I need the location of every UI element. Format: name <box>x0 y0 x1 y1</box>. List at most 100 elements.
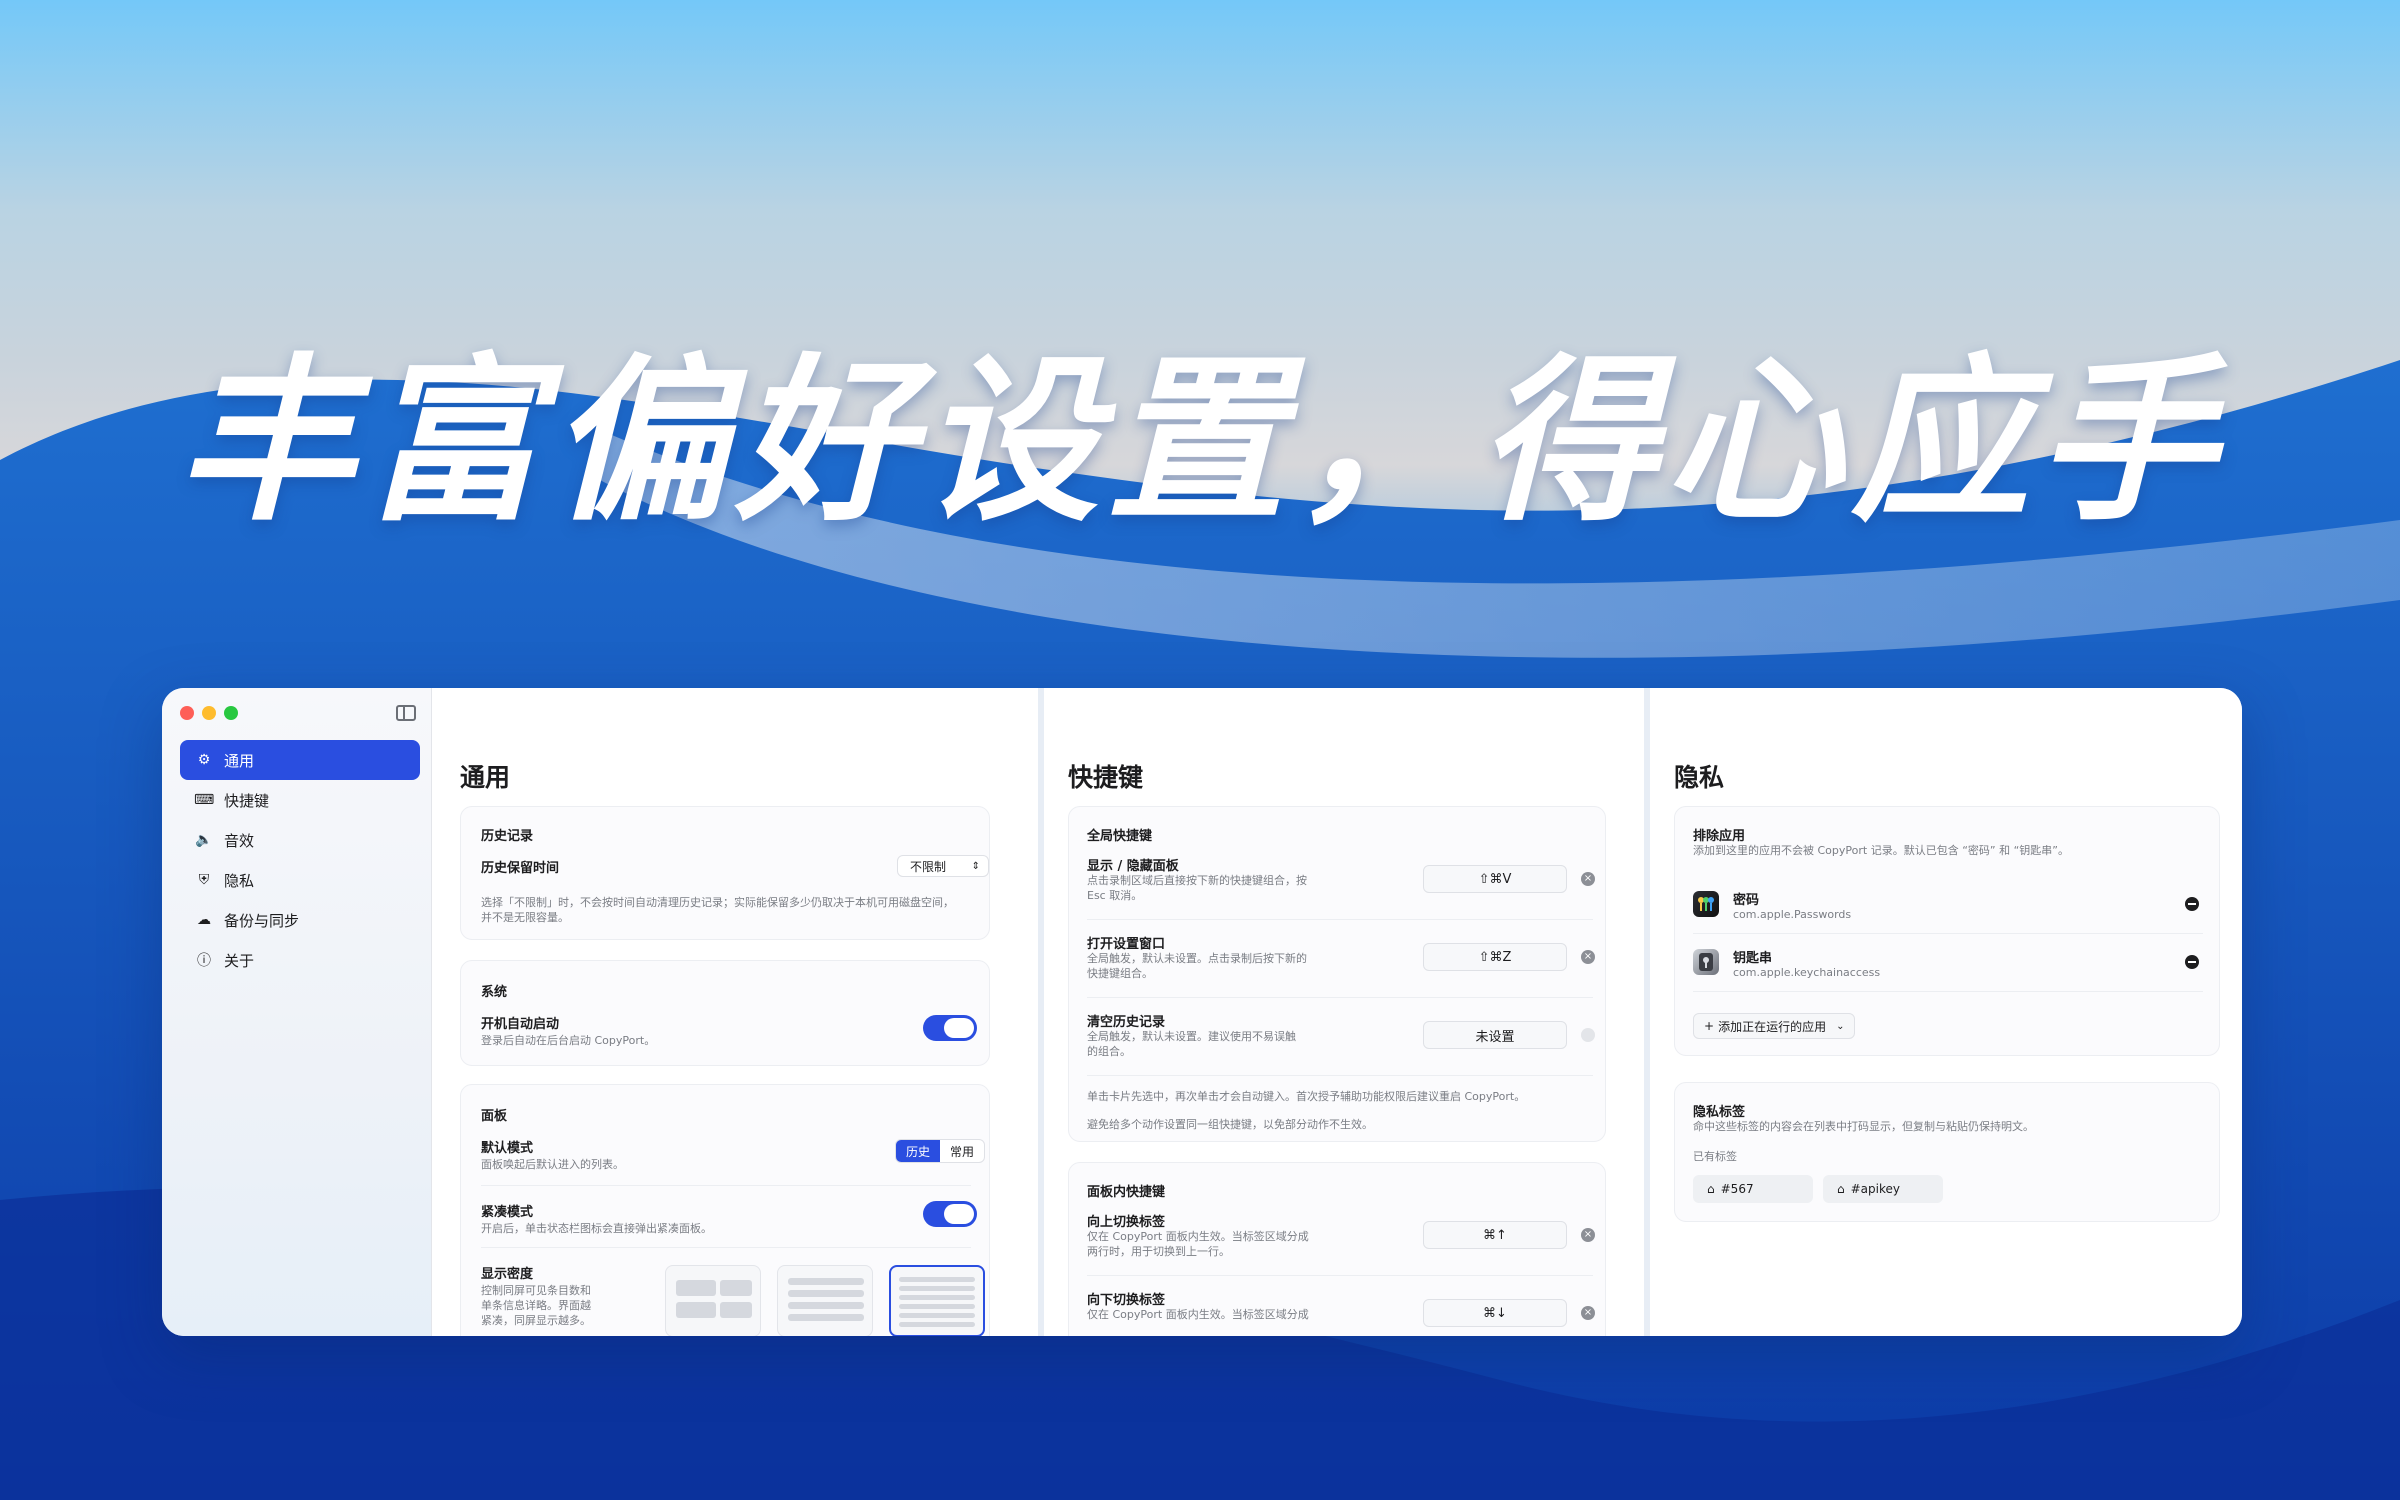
retention-value: 不限制 <box>910 859 947 874</box>
tag-icon: ⌂ <box>1707 1182 1715 1196</box>
shortcut-label: 打开设置窗口 <box>1087 937 1166 952</box>
sidebar-item-backup[interactable]: ☁ 备份与同步 <box>180 900 420 940</box>
mode-frequent-option[interactable]: 常用 <box>940 1140 984 1162</box>
add-running-app-button[interactable]: + 添加正在运行的应用 ⌄ <box>1693 1013 1856 1039</box>
existing-tags-label: 已有标签 <box>1693 1150 1737 1163</box>
card-title: 系统 <box>481 985 508 1000</box>
app-bundle-id: com.apple.Passwords <box>1733 908 1852 921</box>
clear-shortcut-icon[interactable]: × <box>1581 1228 1595 1242</box>
panel-shortcuts-card: 面板内快捷键 向上切换标签 仅在 CopyPort 面板内生效。当标签区域分成 … <box>1068 1162 1606 1336</box>
app-name: 钥匙串 <box>1733 951 1773 966</box>
remove-app-icon[interactable] <box>2185 955 2199 969</box>
settings-window: ⚙ 通用 ⌨ 快捷键 🔈 音效 ⛨ 隐私 ☁ 备份与同步 ⓘ 关于 通用 历史记… <box>162 688 2242 1336</box>
page-title: 隐私 <box>1674 763 1725 792</box>
sidebar-item-privacy[interactable]: ⛨ 隐私 <box>180 860 420 900</box>
privacy-pane: 隐私 排除应用 添加到这里的应用不会被 CopyPort 记录。默认已包含 “密… <box>1644 688 2242 1336</box>
density-option-loose[interactable] <box>665 1265 761 1336</box>
global-shortcuts-card: 全局快捷键 显示 / 隐藏面板 点击录制区域后直接按下新的快捷键组合，按 Esc… <box>1068 806 1606 1142</box>
minimize-button[interactable] <box>202 706 216 720</box>
shortcut-label: 向下切换标签 <box>1087 1293 1166 1308</box>
divider <box>1693 933 2203 934</box>
divider <box>1087 1075 1593 1076</box>
sidebar-item-sound[interactable]: 🔈 音效 <box>180 820 420 860</box>
sidebar-item-general[interactable]: ⚙ 通用 <box>180 740 420 780</box>
sidebar-item-label: 快捷键 <box>224 791 270 810</box>
sidebar-item-label: 隐私 <box>224 871 255 890</box>
shortcut-desc: 仅在 CopyPort 面板内生效。当标签区域分成 <box>1087 1307 1309 1322</box>
shortcut-desc-line: 全局触发，默认未设置。点击录制后按下新的 <box>1087 952 1307 965</box>
shortcut-label: 清空历史记录 <box>1087 1015 1166 1030</box>
page-title: 通用 <box>460 763 511 792</box>
retention-select[interactable]: 不限制 ⇕ <box>897 855 989 877</box>
launch-desc: 登录后自动在后台启动 CopyPort。 <box>481 1034 656 1047</box>
tag-chip[interactable]: ⌂ #apikey <box>1823 1175 1943 1203</box>
shortcut-recorder[interactable]: ⇧⌘Z <box>1423 943 1567 971</box>
card-title: 历史记录 <box>481 829 534 844</box>
keyboard-icon: ⌨ <box>194 792 215 808</box>
card-title: 排除应用 <box>1693 829 1746 844</box>
app-bundle-id: com.apple.keychainaccess <box>1733 966 1881 979</box>
sidebar-item-about[interactable]: ⓘ 关于 <box>180 940 420 980</box>
mode-history-option[interactable]: 历史 <box>896 1140 941 1162</box>
card-title: 面板内快捷键 <box>1087 1185 1166 1200</box>
history-desc-line: 并不是无限容量。 <box>481 911 569 924</box>
clear-shortcut-icon[interactable]: × <box>1581 1306 1595 1320</box>
headline: 丰富偏好设置，得心应手 <box>177 338 2223 545</box>
shortcut-desc-line: 全局触发，默认未设置。建议使用不易误触 <box>1087 1030 1296 1043</box>
divider <box>1087 1275 1593 1276</box>
divider <box>1087 997 1593 998</box>
compact-mode-toggle[interactable] <box>923 1201 977 1227</box>
sidebar: ⚙ 通用 ⌨ 快捷键 🔈 音效 ⛨ 隐私 ☁ 备份与同步 ⓘ 关于 <box>162 688 432 1336</box>
shortcut-recorder[interactable]: 未设置 <box>1423 1021 1567 1049</box>
clear-shortcut-icon <box>1581 1028 1595 1042</box>
history-card: 历史记录 历史保留时间 不限制 ⇕ 选择「不限制」时，不会按时间自动清理历史记录… <box>460 806 990 940</box>
divider <box>1693 991 2203 992</box>
density-desc-line: 紧凑，同屏显示越多。 <box>481 1314 591 1327</box>
tag-chip-label: #apikey <box>1850 1182 1900 1196</box>
launch-at-login-toggle[interactable] <box>923 1015 977 1041</box>
tag-chip[interactable]: ⌂ #567 <box>1693 1175 1813 1203</box>
default-mode-desc: 面板唤起后默认进入的列表。 <box>481 1158 624 1171</box>
density-desc-line: 控制同屏可见条目数和 <box>481 1284 591 1297</box>
card-title: 面板 <box>481 1109 508 1124</box>
shortcut-recorder[interactable]: ⌘↑ <box>1423 1221 1567 1249</box>
app-name: 密码 <box>1733 893 1760 908</box>
clear-shortcut-icon[interactable]: × <box>1581 872 1595 886</box>
card-title: 隐私标签 <box>1693 1105 1746 1120</box>
close-button[interactable] <box>180 706 194 720</box>
shortcut-desc: 全局触发，默认未设置。点击录制后按下新的 快捷键组合。 <box>1087 951 1307 981</box>
shortcut-recorder[interactable]: ⌘↓ <box>1423 1299 1567 1327</box>
speaker-icon: 🔈 <box>195 832 213 848</box>
sidebar-item-label: 备份与同步 <box>224 911 300 930</box>
tag-icon: ⌂ <box>1837 1182 1845 1196</box>
shortcut-note: 避免给多个动作设置同一组快捷键，以免部分动作不生效。 <box>1087 1118 1373 1131</box>
shortcut-label: 显示 / 隐藏面板 <box>1087 859 1179 874</box>
divider <box>481 1185 971 1186</box>
clear-shortcut-icon[interactable]: × <box>1581 950 1595 964</box>
density-label: 显示密度 <box>481 1267 534 1282</box>
chevron-down-icon: ⌄ <box>1836 1020 1845 1032</box>
tag-chip-label: #567 <box>1720 1182 1754 1196</box>
shield-icon: ⛨ <box>198 872 210 888</box>
sidebar-item-shortcuts[interactable]: ⌨ 快捷键 <box>180 780 420 820</box>
divider <box>1087 919 1593 920</box>
divider <box>481 1247 971 1248</box>
window-controls <box>180 706 238 720</box>
sidebar-toggle-icon[interactable] <box>396 705 416 721</box>
density-option-standard[interactable] <box>777 1265 873 1336</box>
shortcut-recorder[interactable]: ⇧⌘V <box>1423 865 1567 893</box>
shortcut-note: 单击卡片先选中，再次单击才会自动键入。首次授予辅助功能权限后建议重启 CopyP… <box>1087 1090 1526 1103</box>
shortcut-desc-line: 快捷键组合。 <box>1087 967 1153 980</box>
system-card: 系统 开机自动启动 登录后自动在后台启动 CopyPort。 <box>460 960 990 1066</box>
default-mode-label: 默认模式 <box>481 1141 534 1156</box>
density-option-compact[interactable] <box>889 1265 985 1336</box>
remove-app-icon[interactable] <box>2185 897 2199 911</box>
tags-desc: 命中这些标签的内容会在列表中打码显示，但复制与粘贴仍保持明文。 <box>1693 1120 2034 1133</box>
keychain-app-icon <box>1693 949 1719 975</box>
zoom-button[interactable] <box>224 706 238 720</box>
shortcut-desc: 仅在 CopyPort 面板内生效。当标签区域分成 两行时，用于切换到上一行。 <box>1087 1229 1309 1259</box>
sidebar-item-label: 关于 <box>224 951 255 970</box>
chevron-updown-icon: ⇕ <box>971 860 980 872</box>
shortcut-desc: 点击录制区域后直接按下新的快捷键组合，按 Esc 取消。 <box>1087 873 1307 903</box>
sidebar-item-label: 通用 <box>224 751 255 770</box>
